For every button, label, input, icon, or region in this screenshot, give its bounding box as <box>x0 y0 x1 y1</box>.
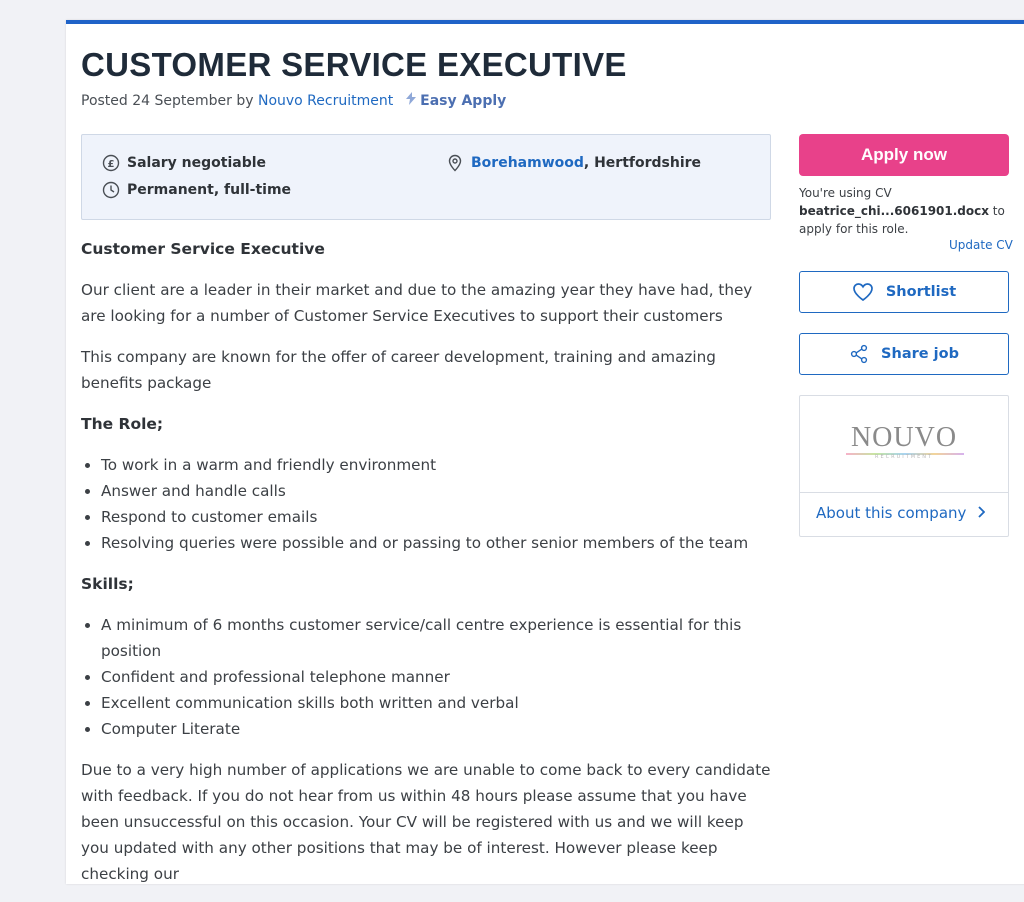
svg-text:£: £ <box>108 159 115 170</box>
list-item: Excellent communication skills both writ… <box>101 690 773 716</box>
company-logo[interactable]: NOUVO RECRUITMENT <box>800 396 1008 493</box>
list-item: Computer Literate <box>101 716 773 742</box>
map-pin-icon <box>446 154 464 172</box>
job-description: Customer Service Executive Our client ar… <box>81 236 773 902</box>
shortlist-label: Shortlist <box>885 284 957 300</box>
location-town-link[interactable]: Borehamwood <box>471 155 584 171</box>
list-item: A minimum of 6 months customer service/c… <box>101 612 773 664</box>
update-cv-link[interactable]: Update CV <box>949 238 1013 252</box>
posted-date: Posted 24 September by <box>81 93 258 109</box>
heart-icon <box>852 282 874 302</box>
role-list: To work in a warm and friendly environme… <box>81 452 773 556</box>
list-item: Respond to customer emails <box>101 504 773 530</box>
role-heading: The Role; <box>81 415 164 433</box>
list-item: Confident and professional telephone man… <box>101 664 773 690</box>
pound-circle-icon: £ <box>102 154 120 172</box>
description-heading: Customer Service Executive <box>81 240 325 258</box>
location-row: Borehamwood, Hertfordshire <box>446 154 701 172</box>
list-item: Resolving queries were possible and or p… <box>101 530 773 556</box>
contract-row: Permanent, full-time <box>102 181 291 199</box>
lightning-bolt-icon <box>405 92 420 109</box>
contract-text: Permanent, full-time <box>127 182 292 198</box>
description-company: This company are known for the offer of … <box>81 348 716 392</box>
salary-text: Salary negotiable <box>127 155 267 171</box>
easy-apply-badge: Easy Apply <box>420 93 507 109</box>
about-company-link[interactable]: About this company <box>816 504 986 522</box>
share-label: Share job <box>881 346 959 362</box>
about-company-label: About this company <box>816 504 967 522</box>
salary-row: £ Salary negotiable <box>102 154 266 172</box>
clock-icon <box>102 181 120 199</box>
posted-line: Posted 24 September by Nouvo Recruitment… <box>81 92 506 109</box>
job-summary-box: £ Salary negotiable Permanent, full-time… <box>81 134 771 220</box>
skills-list: A minimum of 6 months customer service/c… <box>81 612 773 742</box>
job-title: CUSTOMER SERVICE EXECUTIVE <box>81 46 627 83</box>
company-card: NOUVO RECRUITMENT About this company <box>799 395 1009 537</box>
share-job-button[interactable]: Share job <box>799 333 1009 375</box>
skills-heading: Skills; <box>81 575 134 593</box>
location-region: , Hertfordshire <box>583 155 702 171</box>
chevron-right-icon <box>977 504 986 522</box>
list-item: To work in a warm and friendly environme… <box>101 452 773 478</box>
cv-info: You're using CV beatrice_chi...6061901.d… <box>799 184 1009 238</box>
shortlist-button[interactable]: Shortlist <box>799 271 1009 313</box>
list-item: Answer and handle calls <box>101 478 773 504</box>
recruiter-link[interactable]: Nouvo Recruitment <box>258 93 393 109</box>
description-intro: Our client are a leader in their market … <box>81 281 753 325</box>
cv-filename: beatrice_chi...6061901.docx <box>799 204 989 218</box>
share-icon <box>849 344 869 364</box>
company-logo-text: NOUVO <box>850 422 958 453</box>
apply-now-button[interactable]: Apply now <box>799 134 1009 176</box>
cv-prefix: You're using CV <box>799 186 892 200</box>
company-logo-subtext: RECRUITMENT <box>874 454 934 460</box>
description-closing: Due to a very high number of application… <box>81 761 771 883</box>
